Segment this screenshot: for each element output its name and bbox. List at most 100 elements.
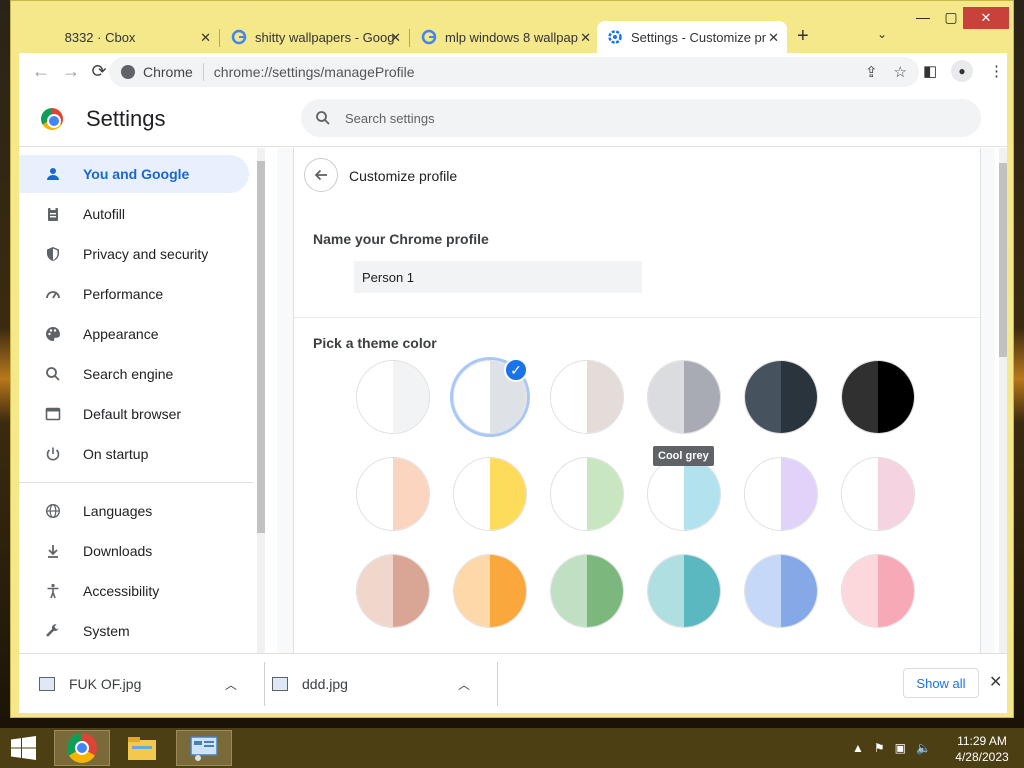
tab-search-chevron-icon[interactable]: ⌄: [877, 27, 887, 41]
google-favicon-icon: [231, 29, 247, 45]
swatch-right-half: [587, 555, 623, 627]
search-settings-field[interactable]: [301, 99, 981, 137]
theme-color-swatch[interactable]: [453, 554, 527, 628]
main-scrollbar-thumb[interactable]: [999, 163, 1007, 357]
forward-arrow-icon[interactable]: →: [59, 61, 83, 82]
side-panel-icon[interactable]: ◧: [923, 62, 937, 80]
swatch-left-half: [357, 458, 393, 530]
profile-name-input[interactable]: [354, 261, 642, 293]
theme-color-swatch[interactable]: [647, 360, 721, 434]
close-tab-icon[interactable]: ✕: [580, 30, 591, 46]
swatch-right-half: [781, 361, 817, 433]
swatch-left-half: [648, 458, 684, 530]
sidebar-item-label: System: [83, 623, 130, 639]
taskbar-control-panel-button[interactable]: [176, 730, 232, 766]
taskbar-file-explorer-button[interactable]: [114, 730, 170, 766]
taskbar-clock[interactable]: 11:29 AM 4/28/2023: [952, 733, 1012, 765]
download-item[interactable]: FUK OF.jpg ︿: [39, 654, 259, 714]
swatch-left-half: [551, 458, 587, 530]
sidebar-item-on-startup[interactable]: On startup: [19, 435, 249, 473]
download-separator: [264, 662, 265, 706]
back-button[interactable]: [304, 158, 338, 192]
sidebar-scrollbar-thumb[interactable]: [257, 161, 265, 533]
volume-muted-icon[interactable]: 🔈: [916, 741, 931, 755]
theme-color-swatch[interactable]: [453, 457, 527, 531]
profile-avatar-icon[interactable]: ●: [951, 60, 973, 82]
sidebar-item-label: Performance: [83, 286, 164, 302]
theme-color-swatch[interactable]: [550, 554, 624, 628]
address-bar[interactable]: Chrome chrome://settings/manageProfile ⇪…: [109, 57, 919, 87]
download-filename: FUK OF.jpg: [69, 676, 142, 692]
close-tab-icon[interactable]: ✕: [390, 30, 401, 46]
theme-color-swatch[interactable]: [356, 457, 430, 531]
tab-shitty-wallpapers[interactable]: shitty wallpapers - Goog ✕: [221, 21, 409, 53]
swatch-right-half: [587, 361, 623, 433]
swatch-right-half: [878, 361, 914, 433]
theme-color-swatch[interactable]: [744, 360, 818, 434]
window-close-button[interactable]: ✕: [963, 7, 1009, 29]
tab-title: 8332 · Cbox: [64, 29, 136, 45]
search-input[interactable]: [345, 110, 945, 126]
bookmark-star-icon[interactable]: ☆: [894, 63, 907, 81]
minimize-button[interactable]: —: [909, 9, 937, 25]
sidebar-item-search-engine[interactable]: Search engine: [19, 355, 249, 393]
site-info-chip[interactable]: Chrome: [121, 64, 193, 80]
sidebar-item-privacy[interactable]: Privacy and security: [19, 235, 249, 273]
sidebar-item-downloads[interactable]: Downloads: [19, 532, 249, 570]
network-icon[interactable]: ▣: [895, 741, 906, 755]
theme-color-swatch[interactable]: [841, 457, 915, 531]
windows-start-icon[interactable]: [10, 736, 38, 765]
tab-settings[interactable]: Settings - Customize pr ✕: [597, 21, 787, 53]
sidebar-item-autofill[interactable]: Autofill: [19, 195, 249, 233]
theme-color-swatch[interactable]: [841, 554, 915, 628]
download-bar: FUK OF.jpg ︿ ddd.jpg ︿ Show all ✕: [19, 653, 1007, 713]
back-arrow-icon[interactable]: ←: [29, 61, 53, 82]
chevron-up-icon[interactable]: ︿: [225, 676, 237, 693]
sidebar-item-default-browser[interactable]: Default browser: [19, 395, 249, 433]
theme-color-swatch[interactable]: [841, 360, 915, 434]
chrome-logo-icon: [67, 733, 97, 763]
settings-page: Settings You and Google Autofill: [19, 91, 1007, 653]
close-download-bar-icon[interactable]: ✕: [989, 672, 1002, 692]
tab-cbox[interactable]: 8332 · Cbox ✕: [31, 21, 219, 53]
taskbar-chrome-button[interactable]: [54, 730, 110, 766]
download-item[interactable]: ddd.jpg ︿: [272, 654, 492, 714]
menu-kebab-icon[interactable]: ⋮: [989, 62, 1004, 80]
theme-color-swatch[interactable]: [647, 457, 721, 531]
theme-color-swatch[interactable]: [550, 457, 624, 531]
close-tab-icon[interactable]: ✕: [768, 30, 779, 46]
tab-mlp-wallpaper[interactable]: mlp windows 8 wallpap ✕: [411, 21, 599, 53]
share-icon[interactable]: ⇪: [865, 63, 878, 81]
swatch-tooltip: Cool grey: [653, 446, 714, 466]
theme-color-swatch[interactable]: [550, 360, 624, 434]
action-center-flag-icon[interactable]: ⚑: [874, 741, 885, 755]
theme-color-swatch[interactable]: [744, 554, 818, 628]
chrome-logo-icon: [121, 65, 135, 79]
show-all-button[interactable]: Show all: [903, 668, 979, 698]
sidebar-item-performance[interactable]: Performance: [19, 275, 249, 313]
theme-color-swatch[interactable]: [356, 554, 430, 628]
maximize-button[interactable]: ▢: [937, 9, 965, 26]
download-separator: [497, 662, 498, 706]
theme-color-swatch[interactable]: [356, 360, 430, 434]
new-tab-button[interactable]: +: [797, 25, 809, 48]
image-file-icon: [39, 677, 55, 691]
sidebar-item-label: Search engine: [83, 366, 174, 382]
swatch-left-half: [842, 361, 878, 433]
swatch-right-half: [684, 361, 720, 433]
browser-window: 8332 · Cbox ✕ shitty wallpapers - Goog ✕…: [10, 0, 1014, 718]
control-panel-icon: [190, 736, 218, 761]
sidebar-item-system[interactable]: System: [19, 612, 249, 650]
chevron-up-icon[interactable]: ︿: [458, 676, 470, 693]
theme-color-swatch[interactable]: [744, 457, 818, 531]
show-hidden-icons-icon[interactable]: ▲: [852, 741, 864, 755]
clock-date: 4/28/2023: [955, 750, 1009, 764]
sidebar-item-you-and-google[interactable]: You and Google: [19, 155, 249, 193]
theme-color-swatch[interactable]: [647, 554, 721, 628]
close-tab-icon[interactable]: ✕: [200, 30, 211, 46]
chrome-logo-icon: [41, 108, 63, 130]
sidebar-item-appearance[interactable]: Appearance: [19, 315, 249, 353]
sidebar-item-languages[interactable]: Languages: [19, 492, 249, 530]
sidebar-item-accessibility[interactable]: Accessibility: [19, 572, 249, 610]
reload-icon[interactable]: ⟳: [87, 61, 111, 82]
